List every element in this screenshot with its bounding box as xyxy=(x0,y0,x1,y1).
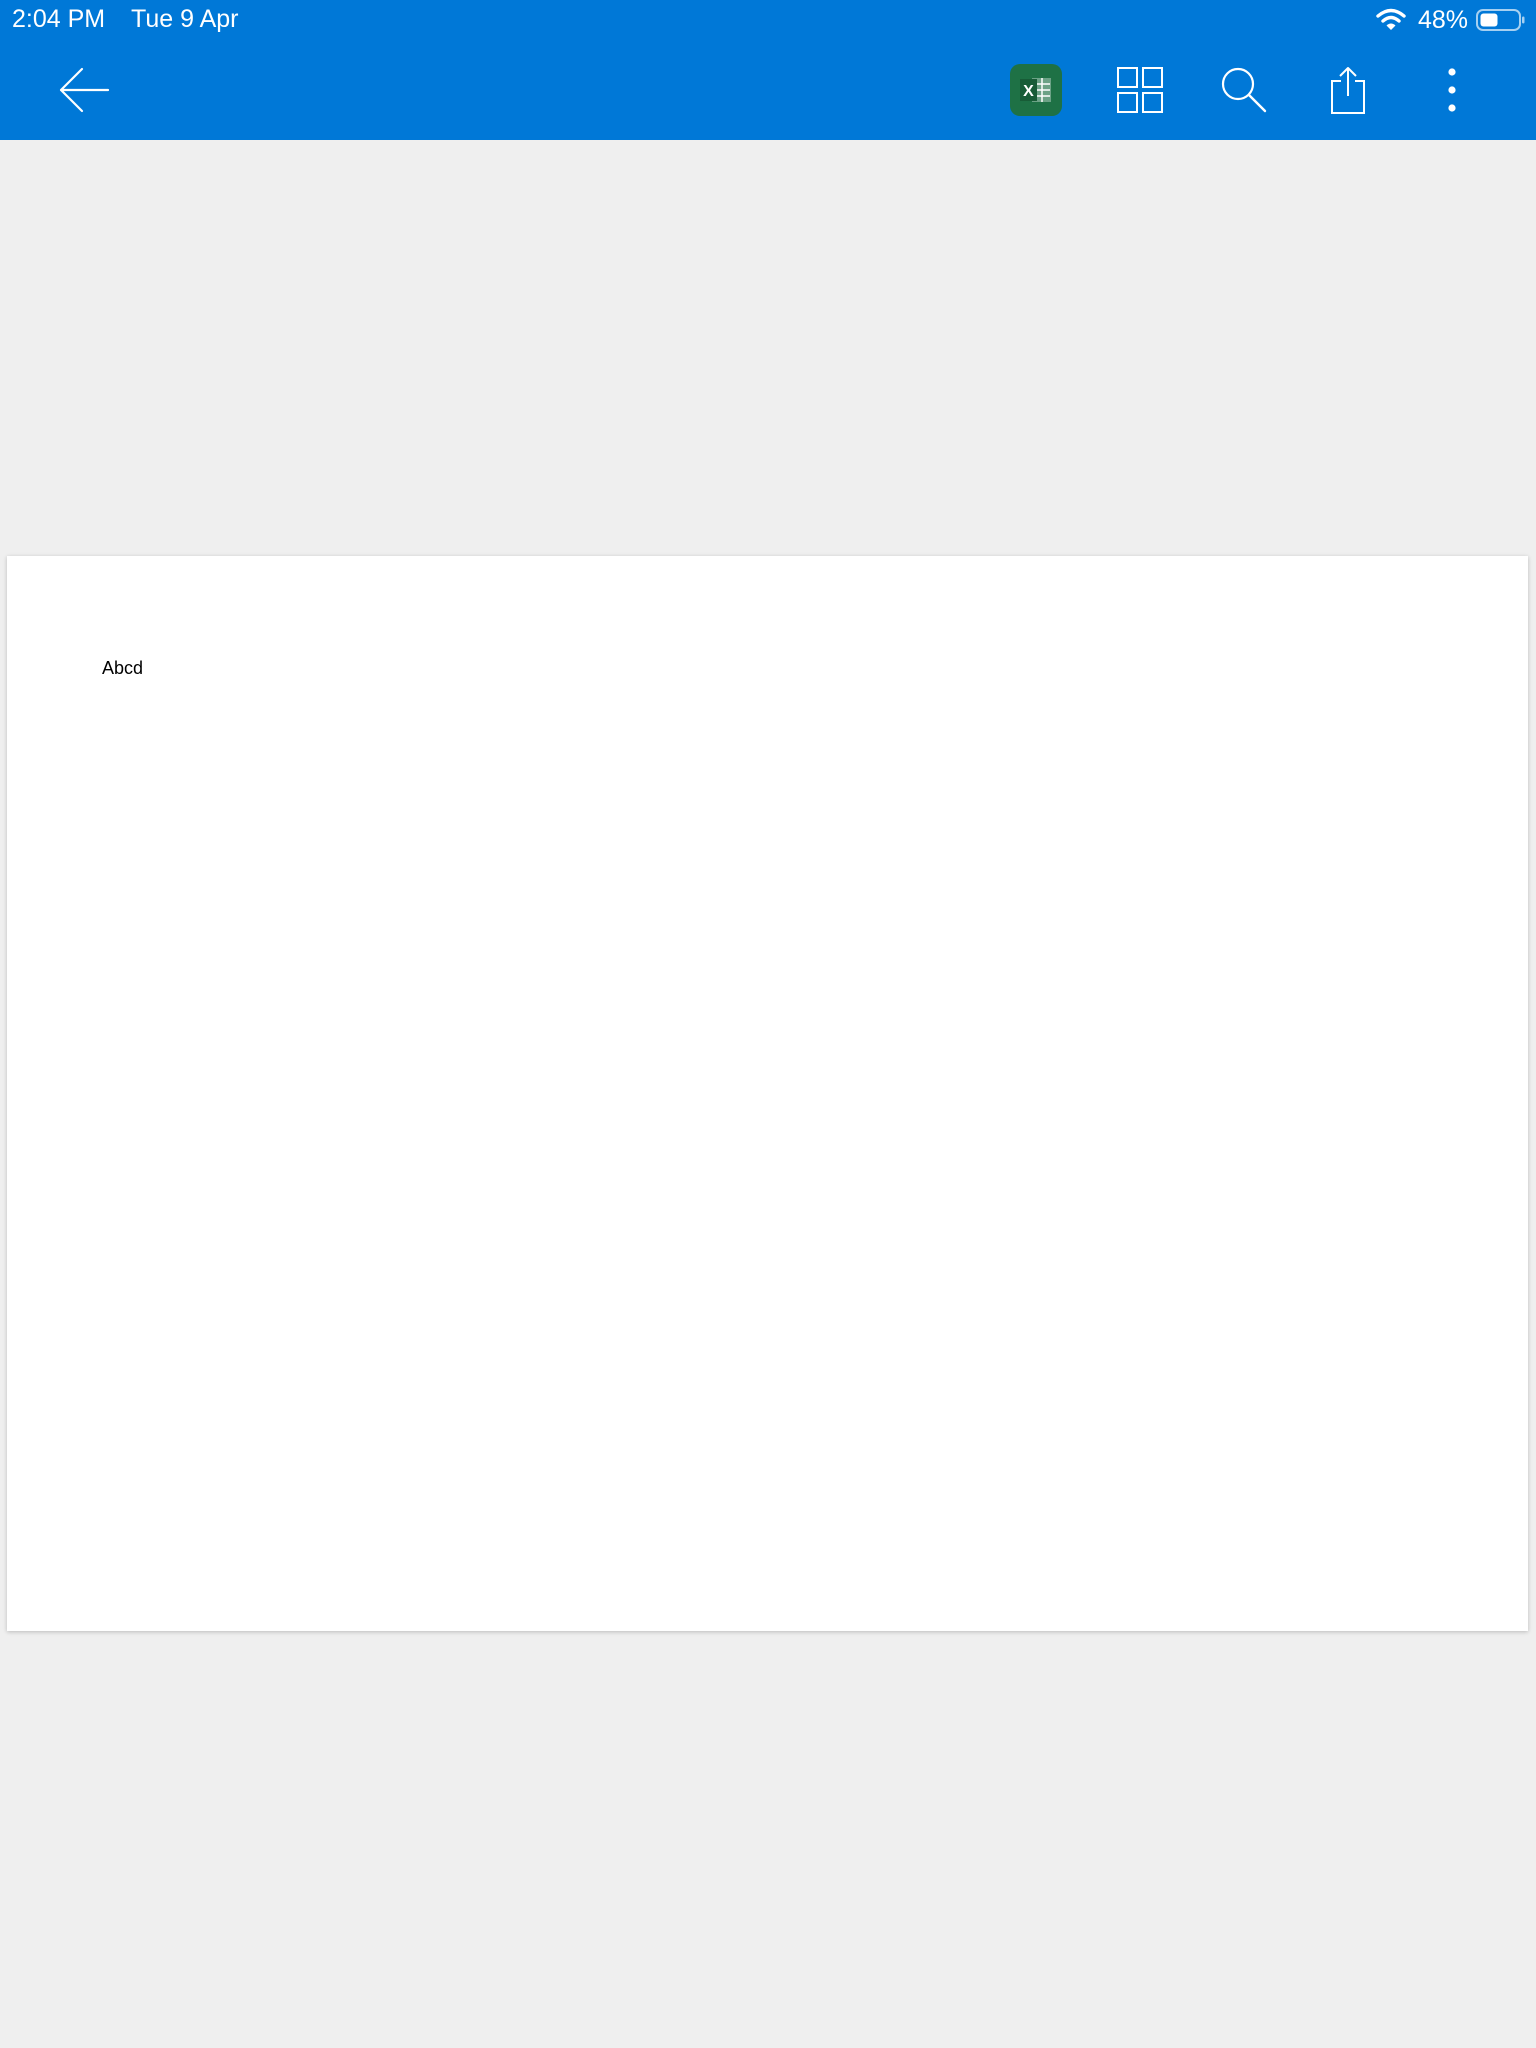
toolbar: X xyxy=(0,40,1536,140)
wifi-icon xyxy=(1376,8,1406,30)
search-icon xyxy=(1221,67,1267,113)
back-button[interactable] xyxy=(54,60,114,120)
more-options-button[interactable] xyxy=(1422,60,1482,120)
search-button[interactable] xyxy=(1214,60,1274,120)
battery-icon xyxy=(1476,9,1525,31)
status-bar: 2:04 PM Tue 9 Apr 48% xyxy=(0,0,1536,40)
grid-view-icon xyxy=(1117,67,1163,113)
share-icon xyxy=(1331,67,1365,114)
status-indicators: 48% xyxy=(1376,4,1526,36)
status-date: Tue 9 Apr xyxy=(131,5,239,33)
status-time: 2:04 PM xyxy=(12,5,106,33)
open-in-excel-button[interactable]: X xyxy=(1006,60,1066,120)
more-options-icon xyxy=(1448,68,1456,112)
excel-icon: X xyxy=(1010,64,1062,116)
battery-percentage: 48% xyxy=(1417,5,1468,34)
grid-view-button[interactable] xyxy=(1110,60,1170,120)
app-header: 2:04 PM Tue 9 Apr 48% X xyxy=(0,0,1536,140)
share-button[interactable] xyxy=(1318,60,1378,120)
back-arrow-icon xyxy=(59,67,110,113)
document-text: Abcd xyxy=(102,658,144,678)
document-page[interactable]: Abcd xyxy=(7,556,1528,1631)
excel-glyph: X xyxy=(1023,83,1034,100)
